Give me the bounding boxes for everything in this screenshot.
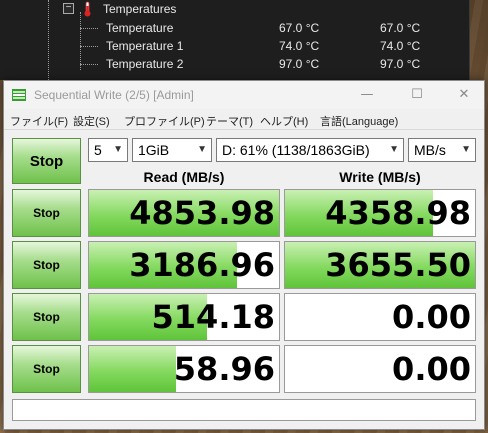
sensor-group-label: Temperatures — [103, 2, 177, 16]
write-value: 0.00 — [392, 298, 471, 336]
sensor-name: Temperature 2 — [106, 57, 184, 71]
sensor-current: 74.0 °C — [279, 39, 320, 53]
menu-help[interactable]: ヘルプ(H) — [260, 113, 308, 129]
test-stop-button[interactable]: Stop — [12, 189, 81, 237]
read-value: 58.96 — [173, 350, 275, 388]
close-button[interactable]: ✕ — [454, 85, 474, 105]
write-result-cell: 0.00 — [284, 293, 476, 341]
write-result-cell: 4358.98 — [284, 189, 476, 237]
minimize-button[interactable]: — — [357, 85, 377, 105]
unit-value: MB/s — [414, 142, 446, 158]
sensor-min: 74.0 °C — [380, 39, 421, 53]
chevron-down-icon: ▼ — [389, 144, 399, 155]
sensor-current: 97.0 °C — [279, 57, 320, 71]
read-progress-fill — [89, 346, 177, 392]
thermometer-icon — [84, 1, 91, 17]
write-result-cell: 3655.50 — [284, 241, 476, 289]
maximize-button[interactable]: ☐ — [407, 85, 427, 105]
menu-profile[interactable]: プロファイル(P) — [124, 113, 205, 129]
read-value: 4853.98 — [129, 194, 275, 232]
sensor-row[interactable]: Temperature 2 97.0 °C 97.0 °C — [0, 55, 469, 73]
unit-select[interactable]: MB/s ▼ — [408, 138, 476, 162]
sensor-group-temperatures[interactable]: − Temperatures — [0, 0, 469, 18]
test-stop-button[interactable]: Stop — [12, 241, 81, 289]
menu-bar: ファイル(F) 設定(S) プロファイル(P) テーマ(T) ヘルプ(H) 言語… — [4, 109, 484, 129]
write-column-header: Write (MB/s) — [339, 169, 421, 185]
read-value: 514.18 — [151, 298, 275, 336]
read-result-cell: 514.18 — [88, 293, 280, 341]
drive-value: D: 61% (1138/1863GiB) — [222, 142, 370, 158]
sensor-name: Temperature 1 — [106, 39, 184, 53]
test-stop-button[interactable]: Stop — [12, 345, 81, 393]
write-value: 4358.98 — [325, 194, 471, 232]
chevron-down-icon: ▼ — [461, 144, 471, 155]
sensor-min: 67.0 °C — [380, 21, 421, 35]
stop-all-button[interactable]: Stop — [12, 138, 81, 184]
collapse-icon[interactable]: − — [63, 3, 74, 14]
test-size-value: 1GiB — [138, 142, 170, 158]
write-result-cell: 0.00 — [284, 345, 476, 393]
test-count-select[interactable]: 5 ▼ — [88, 138, 128, 162]
window-title: Sequential Write (2/5) [Admin] — [34, 88, 194, 102]
menu-file[interactable]: ファイル(F) — [10, 113, 68, 129]
test-stop-button[interactable]: Stop — [12, 293, 81, 341]
read-result-cell: 58.96 — [88, 345, 280, 393]
menu-divider — [4, 129, 484, 130]
comment-field[interactable] — [12, 399, 476, 421]
sensor-row[interactable]: Temperature 1 74.0 °C 74.0 °C — [0, 37, 469, 55]
app-icon — [12, 89, 26, 101]
menu-language[interactable]: 言語(Language) — [320, 113, 398, 129]
test-size-select[interactable]: 1GiB ▼ — [132, 138, 212, 162]
read-result-cell: 3186.96 — [88, 241, 280, 289]
sensor-min: 97.0 °C — [380, 57, 421, 71]
write-value: 3655.50 — [325, 246, 471, 284]
sensor-tree-window: − Temperatures Temperature 67.0 °C 67.0 … — [0, 0, 470, 80]
sensor-current: 67.0 °C — [279, 21, 320, 35]
drive-select[interactable]: D: 61% (1138/1863GiB) ▼ — [216, 138, 404, 162]
title-bar[interactable]: Sequential Write (2/5) [Admin] — ☐ ✕ — [4, 81, 484, 109]
sensor-name: Temperature — [106, 21, 174, 35]
menu-settings[interactable]: 設定(S) — [73, 113, 110, 129]
menu-theme[interactable]: テーマ(T) — [206, 113, 253, 129]
chevron-down-icon: ▼ — [197, 144, 207, 155]
sensor-row[interactable]: Temperature 67.0 °C 67.0 °C — [0, 19, 469, 37]
chevron-down-icon: ▼ — [113, 144, 123, 155]
read-value: 3186.96 — [129, 246, 275, 284]
benchmark-window: Sequential Write (2/5) [Admin] — ☐ ✕ ファイ… — [3, 80, 485, 430]
read-result-cell: 4853.98 — [88, 189, 280, 237]
read-column-header: Read (MB/s) — [143, 169, 225, 185]
test-count-value: 5 — [94, 142, 102, 158]
write-value: 0.00 — [392, 350, 471, 388]
